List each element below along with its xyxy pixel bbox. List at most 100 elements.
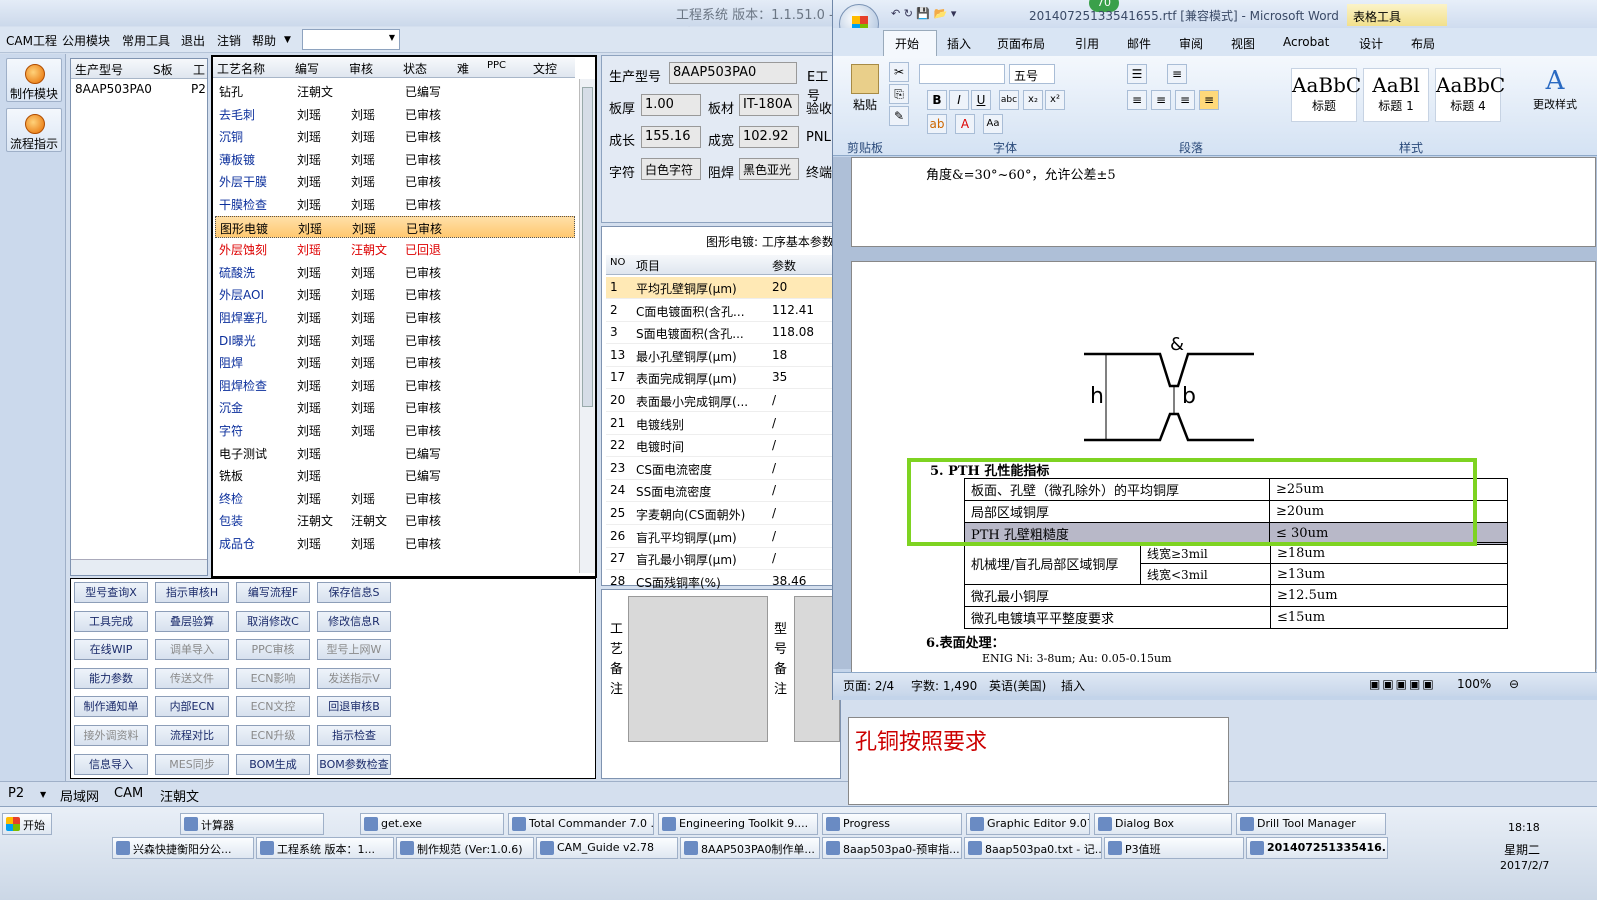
- action-button-6-3[interactable]: BOM参数检查: [317, 753, 391, 775]
- scroll-thumb[interactable]: [582, 87, 593, 407]
- table-row[interactable]: 阻焊塞孔 刘瑶 刘瑶 已审核: [215, 306, 575, 328]
- action-button-4-3[interactable]: 回退审核B: [317, 696, 391, 718]
- action-button-0-3[interactable]: 保存信息S: [317, 582, 391, 603]
- insert-mode[interactable]: 插入: [1061, 677, 1085, 694]
- table-row[interactable]: 26 盲孔平均铜厚(μm) /: [606, 526, 838, 548]
- table-row[interactable]: 图形电镀 刘瑶 刘瑶 已审核: [215, 215, 575, 238]
- table-row[interactable]: 21 电镀线别 /: [606, 413, 838, 435]
- align-left-icon[interactable]: ≡: [1127, 90, 1147, 110]
- language-indicator[interactable]: 英语(美国): [989, 677, 1046, 694]
- table-row[interactable]: 阻焊 刘瑶 刘瑶 已审核: [215, 351, 575, 373]
- tab-layout[interactable]: 页面布局: [997, 35, 1045, 52]
- table-row[interactable]: 3 S面电镀面积(含孔... 118.08: [606, 322, 838, 345]
- flow-guide-button[interactable]: 流程指示: [6, 108, 62, 152]
- table-row[interactable]: 13 最小孔壁铜厚(μm) 18: [606, 345, 838, 367]
- table-row[interactable]: 外层AOI 刘瑶 刘瑶 已审核: [215, 283, 575, 305]
- menu-common[interactable]: 公用模块: [62, 32, 110, 49]
- action-button-0-0[interactable]: 型号查询X: [74, 582, 148, 603]
- table-row[interactable]: 硫酸洗 刘瑶 刘瑶 已审核: [215, 261, 575, 283]
- tab-view[interactable]: 视图: [1231, 35, 1255, 52]
- align-right-icon[interactable]: ≡: [1175, 90, 1195, 110]
- action-button-4-1[interactable]: 内部ECN: [155, 696, 229, 718]
- style-gallery-item[interactable]: AaBl 标题 1: [1363, 68, 1429, 122]
- action-button-0-2[interactable]: 编写流程F: [236, 582, 310, 603]
- h-scrollbar[interactable]: [71, 559, 207, 575]
- table-row[interactable]: 17 表面完成铜厚(μm) 35: [606, 367, 838, 390]
- taskbar-item[interactable]: P3值班: [1104, 837, 1244, 859]
- tab-references[interactable]: 引用: [1075, 35, 1099, 52]
- table-row[interactable]: 沉金 刘瑶 刘瑶 已审核: [215, 396, 575, 418]
- font-name-combo[interactable]: [919, 64, 1005, 84]
- page-indicator[interactable]: 页面: 2/4: [843, 677, 894, 694]
- tab-review[interactable]: 审阅: [1179, 35, 1203, 52]
- superscript-icon[interactable]: x²: [1045, 90, 1065, 110]
- table-row[interactable]: 薄板镀 刘瑶 刘瑶 已审核: [215, 148, 575, 170]
- menu-combo[interactable]: ▼: [302, 29, 400, 50]
- menu-exit[interactable]: 退出: [181, 32, 205, 49]
- action-button-3-0[interactable]: 能力参数: [74, 667, 148, 689]
- chevron-down-icon[interactable]: ▼: [40, 790, 46, 799]
- taskbar-item[interactable]: 8aap503pa0-预审指...: [822, 837, 962, 859]
- change-case-icon[interactable]: Aa: [983, 114, 1003, 134]
- table-row[interactable]: 27 盲孔最小铜厚(μm) /: [606, 548, 838, 571]
- table-row[interactable]: 成品仓 刘瑶 刘瑶 已审核: [215, 532, 575, 554]
- table-row[interactable]: 23 CS面电流密度 /: [606, 458, 838, 480]
- action-button-1-2[interactable]: 取消修改C: [236, 610, 310, 632]
- menu-cam[interactable]: CAM工程: [6, 32, 57, 49]
- action-button-5-1[interactable]: 流程对比: [155, 725, 229, 746]
- table-row[interactable]: 20 表面最小完成铜厚(... /: [606, 390, 838, 412]
- table-row[interactable]: 24 SS面电流密度 /: [606, 480, 838, 503]
- table-row[interactable]: 包装 汪朝文 汪朝文 已审核: [215, 509, 575, 531]
- model-field[interactable]: 8AAP503PA0: [669, 62, 797, 84]
- table-row[interactable]: 铣板 刘瑶 已编写: [215, 464, 575, 486]
- table-row[interactable]: 字符 刘瑶 刘瑶 已审核: [215, 419, 575, 441]
- taskbar-item[interactable]: 制作规范 (Ver:1.0.6): [396, 837, 534, 859]
- action-button-4-0[interactable]: 制作通知单: [74, 696, 148, 718]
- menu-logout[interactable]: 注销: [217, 32, 241, 49]
- taskbar-item[interactable]: CAM_Guide v2.78: [536, 837, 678, 859]
- taskbar-item[interactable]: 计算器: [180, 813, 324, 835]
- taskbar-item[interactable]: Engineering Toolkit 9....: [658, 813, 818, 835]
- bullets-icon[interactable]: ☰: [1127, 64, 1147, 84]
- taskbar-item[interactable]: 201407251335416...: [1246, 837, 1388, 859]
- font-size-combo[interactable]: 五号: [1009, 64, 1055, 84]
- quick-access-icons[interactable]: ↶ ↻ 💾 📂 ▾: [891, 7, 956, 20]
- taskbar-item[interactable]: get.exe: [360, 813, 504, 835]
- copy-icon[interactable]: ⎘: [889, 84, 909, 104]
- cut-icon[interactable]: ✂: [889, 62, 909, 82]
- table-row[interactable]: 去毛刺 刘瑶 刘瑶 已审核: [215, 103, 575, 125]
- change-styles-button[interactable]: A 更改样式: [1525, 66, 1585, 112]
- table-row[interactable]: 22 电镀时间 /: [606, 435, 838, 458]
- numbering-icon[interactable]: ≡: [1167, 64, 1187, 84]
- font-color-icon[interactable]: A: [955, 114, 975, 134]
- underline-icon[interactable]: U: [971, 90, 991, 110]
- table-row[interactable]: 2 C面电镀面积(含孔... 112.41: [606, 300, 838, 322]
- menu-help[interactable]: 帮助: [252, 32, 276, 49]
- action-button-1-0[interactable]: 工具完成: [74, 610, 148, 632]
- taskbar-item[interactable]: Total Commander 7.0 ...: [508, 813, 654, 835]
- justify-icon[interactable]: ≡: [1199, 90, 1219, 110]
- tab-insert[interactable]: 插入: [947, 35, 971, 52]
- table-row[interactable]: 钻孔 汪朝文 已编写: [215, 80, 575, 102]
- v-scrollbar[interactable]: [579, 79, 595, 573]
- table-row[interactable]: 1 平均孔壁铜厚(μm) 20: [606, 277, 838, 299]
- action-button-2-0[interactable]: 在线WIP: [74, 639, 148, 661]
- subscript-icon[interactable]: x₂: [1023, 90, 1043, 110]
- tab-table-layout[interactable]: 布局: [1411, 35, 1435, 52]
- table-row[interactable]: 外层蚀刻 刘瑶 汪朝文 已回退: [215, 238, 575, 260]
- table-row[interactable]: 终检 刘瑶 刘瑶 已审核: [215, 487, 575, 509]
- table-row[interactable]: 沉铜 刘瑶 刘瑶 已审核: [215, 125, 575, 147]
- style-gallery-item[interactable]: AaBbC 标题 4: [1435, 68, 1505, 122]
- table-row[interactable]: 外层干膜 刘瑶 刘瑶 已审核: [215, 170, 575, 192]
- menu-tools[interactable]: 常用工具: [122, 32, 170, 49]
- table-row[interactable]: DI曝光 刘瑶 刘瑶 已审核: [215, 329, 575, 351]
- align-center-icon[interactable]: ≡: [1151, 90, 1171, 110]
- thickness-field[interactable]: 1.00: [641, 94, 701, 116]
- taskbar-item[interactable]: Dialog Box: [1094, 813, 1232, 835]
- taskbar-item[interactable]: 8aap503pa0.txt - 记...: [964, 837, 1102, 859]
- paste-button[interactable]: 粘贴: [843, 62, 887, 122]
- highlight-icon[interactable]: ab: [927, 114, 947, 134]
- taskbar-item[interactable]: Progress: [822, 813, 962, 835]
- table-row[interactable]: 干膜检查 刘瑶 刘瑶 已审核: [215, 193, 575, 215]
- char-field[interactable]: 白色字符: [641, 158, 701, 180]
